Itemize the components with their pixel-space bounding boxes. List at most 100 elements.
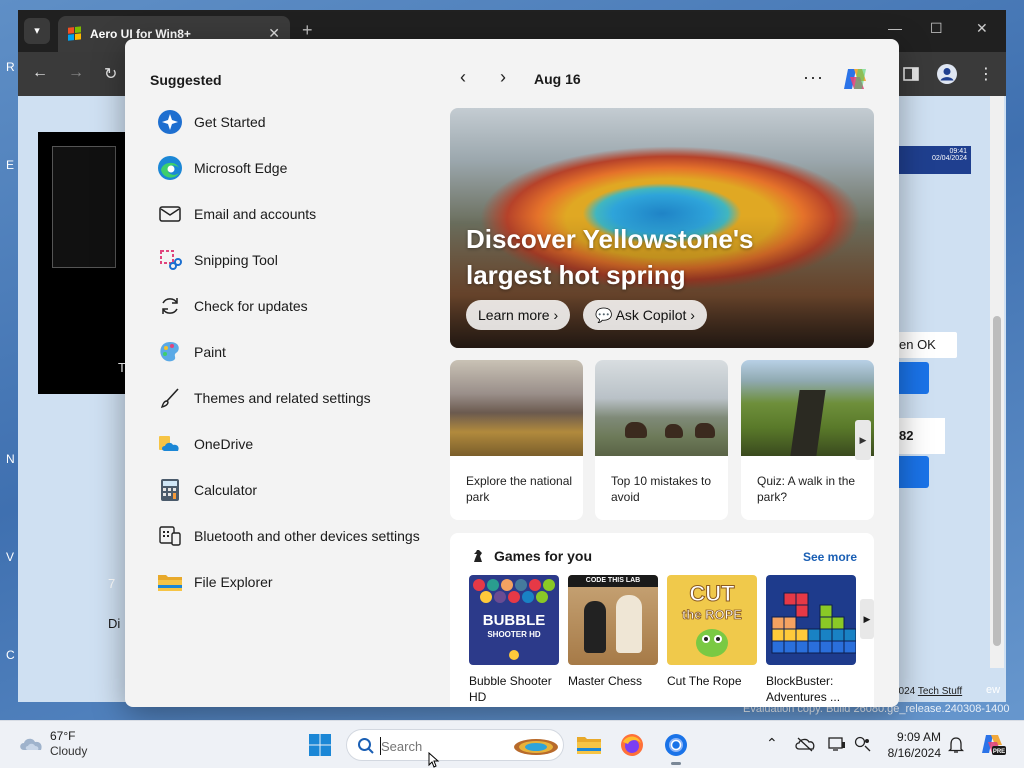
more-options-icon[interactable]: ··· <box>803 67 824 88</box>
ask-copilot-button[interactable]: 💬 Ask Copilot › <box>583 300 707 330</box>
game-name: Bubble Shooter HD <box>469 674 552 704</box>
suggested-item-calculator[interactable]: Calculator <box>157 467 457 513</box>
firefox-icon <box>621 734 643 756</box>
page-card-value: 82 <box>893 418 945 454</box>
game-tile[interactable]: BUBBLE SHOOTER HD Bubble Shooter HD <box>469 575 559 705</box>
tab-search-button[interactable]: ▾ <box>24 18 50 44</box>
page-fragment-text: 7 <box>108 576 116 591</box>
clock-date: 8/16/2024 <box>887 746 941 760</box>
taskbar-chrome[interactable] <box>662 731 690 765</box>
suggested-heading: Suggested <box>150 72 222 88</box>
weather-temperature: 67°F <box>50 729 76 743</box>
search-input[interactable] <box>381 736 501 756</box>
page-footer: 2024 Tech Stuff <box>893 686 962 697</box>
back-button[interactable]: ← <box>32 64 48 82</box>
suggested-item-label: Bluetooth and other devices settings <box>194 528 420 544</box>
svg-text:PRE: PRE <box>993 749 1005 755</box>
chrome-icon <box>665 734 687 756</box>
hero-title: Discover Yellowstone's largest hot sprin… <box>466 224 754 290</box>
game-tile[interactable]: CUT the ROPE Cut The Rope <box>667 575 757 689</box>
mouse-cursor-icon <box>428 752 440 768</box>
copilot-pre-icon[interactable]: PRE <box>980 732 1006 756</box>
suggested-item-edge[interactable]: Microsoft Edge <box>157 145 457 191</box>
cards-next-arrow[interactable]: ▶ <box>855 420 871 460</box>
game-tile[interactable]: BlockBuster: Adventures ... <box>766 575 856 705</box>
suggested-item-get-started[interactable]: Get Started <box>157 99 457 145</box>
snipping-tool-icon <box>157 247 183 273</box>
cut-the-rope-image: CUT the ROPE <box>667 575 757 665</box>
taskbar-file-explorer[interactable] <box>575 731 603 759</box>
news-card[interactable]: Explore the national park <box>450 360 583 520</box>
clock[interactable]: 9:09 AM 8/16/2024 <box>885 729 941 761</box>
weather-widget[interactable]: 67°F Cloudy <box>18 729 87 759</box>
mini-clock-date: 02/04/2024 <box>931 155 967 162</box>
close-window-button[interactable]: ✕ <box>976 20 988 37</box>
onedrive-sync-icon[interactable] <box>795 736 815 752</box>
minimize-button[interactable]: — <box>888 20 902 36</box>
mail-icon <box>157 201 183 227</box>
see-more-link[interactable]: See more <box>803 550 857 564</box>
news-cards: Explore the national park Top 10 mistake… <box>450 360 874 520</box>
reload-button[interactable]: ↻ <box>104 64 117 84</box>
calculator-icon <box>157 477 183 503</box>
suggested-item-label: File Explorer <box>194 574 273 590</box>
preview-window <box>52 146 116 268</box>
suggested-item-snipping[interactable]: Snipping Tool <box>157 237 457 283</box>
feed-date: Aug 16 <box>534 71 581 87</box>
game-tile[interactable]: CODE THIS LAB Master Chess <box>568 575 658 689</box>
desktop-icon-label: R <box>6 60 15 74</box>
profile-avatar-icon[interactable] <box>936 63 958 85</box>
display-icon[interactable] <box>828 736 846 752</box>
card-image-bison <box>595 360 728 456</box>
widgets-panel: Suggested Get Started Microsoft Edge Ema… <box>125 39 899 707</box>
learn-more-button[interactable]: Learn more › <box>466 300 571 330</box>
start-button[interactable] <box>308 733 332 757</box>
hero-card[interactable]: Discover Yellowstone's largest hot sprin… <box>450 108 874 348</box>
taskbar-search[interactable] <box>346 729 564 761</box>
chevron-right-icon: › <box>553 307 559 323</box>
suggested-item-file-explorer[interactable]: File Explorer <box>157 559 457 605</box>
next-date-icon[interactable]: › <box>500 67 506 88</box>
taskbar: 67°F Cloudy ⌃ 9:09 AM 8/16/2024 <box>0 720 1024 768</box>
suggested-item-updates[interactable]: Check for updates <box>157 283 457 329</box>
suggested-item-label: Snipping Tool <box>194 252 278 268</box>
new-tab-button[interactable]: + <box>302 20 313 41</box>
previous-date-icon[interactable]: ‹ <box>460 67 466 88</box>
dialog-ok-text: en OK <box>893 332 957 358</box>
mini-clock-time: 09:41 <box>949 148 967 155</box>
weather-text: 67°F Cloudy <box>50 729 87 759</box>
show-hidden-icons[interactable]: ⌃ <box>766 735 778 752</box>
weather-condition: Cloudy <box>50 744 88 758</box>
news-card[interactable]: Top 10 mistakes to avoid <box>595 360 728 520</box>
suggested-item-bluetooth[interactable]: Bluetooth and other devices settings <box>157 513 457 559</box>
chess-piece-icon <box>474 550 482 562</box>
learn-more-label: Learn more <box>478 307 550 323</box>
suggested-item-themes[interactable]: Themes and related settings <box>157 375 457 421</box>
desktop-icon-label: N <box>6 452 15 466</box>
scrollbar-thumb[interactable] <box>993 316 1001 646</box>
svg-text:the ROPE: the ROPE <box>682 607 742 622</box>
desktop-icon-label: E <box>6 158 15 172</box>
game-name: BlockBuster: Adventures ... <box>766 674 841 704</box>
ask-copilot-label: Ask Copilot <box>615 307 687 323</box>
get-started-icon <box>157 109 183 135</box>
bubble-shooter-image: BUBBLE SHOOTER HD <box>469 575 559 665</box>
page-scrollbar[interactable] <box>990 96 1004 668</box>
suggested-item-label: Themes and related settings <box>194 390 371 406</box>
devices-icon <box>157 523 183 549</box>
maximize-button[interactable]: ☐ <box>930 20 943 37</box>
suggested-item-paint[interactable]: Paint <box>157 329 457 375</box>
suggested-item-email[interactable]: Email and accounts <box>157 191 457 237</box>
tech-stuff-link[interactable]: Tech Stuff <box>918 686 962 697</box>
network-icon[interactable] <box>854 736 872 752</box>
taskbar-firefox[interactable] <box>618 731 646 759</box>
games-next-arrow[interactable]: ▶ <box>860 599 874 639</box>
suggested-item-onedrive[interactable]: OneDrive <box>157 421 457 467</box>
copilot-icon[interactable] <box>840 65 870 93</box>
notification-bell-icon[interactable] <box>948 736 964 754</box>
games-heading: Games for you <box>470 548 592 564</box>
suggested-list: Get Started Microsoft Edge Email and acc… <box>157 99 457 605</box>
forward-button[interactable]: → <box>68 64 84 82</box>
browser-menu-icon[interactable]: ⋮ <box>978 64 994 84</box>
sidebar-icon[interactable] <box>902 65 920 83</box>
